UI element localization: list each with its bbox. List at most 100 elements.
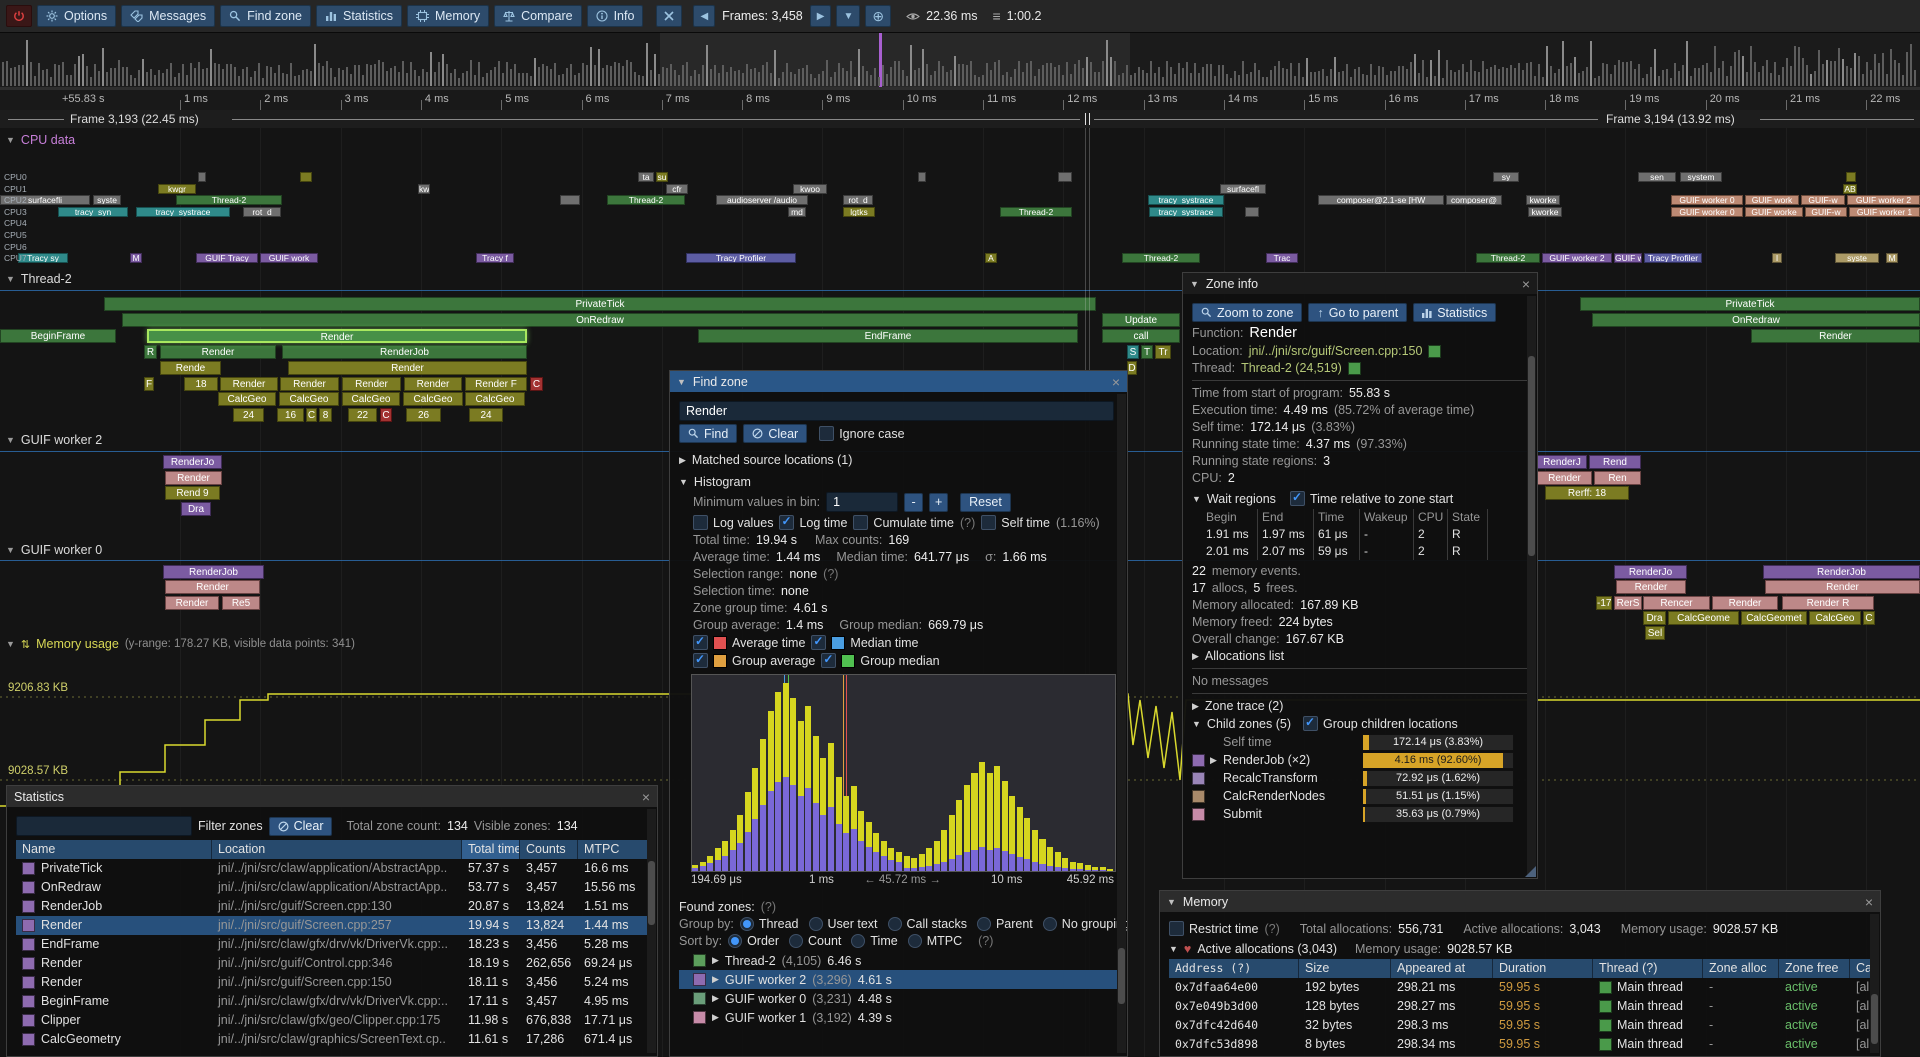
collapse-icon[interactable]: ▼ (6, 274, 15, 284)
stats-table-row[interactable]: RenderJob jni/../jni/src/guif/Screen.cpp… (16, 897, 648, 916)
timeline-zone[interactable]: GUIF work (1745, 195, 1799, 205)
timeline-zone[interactable]: 24 (233, 408, 264, 422)
column-header-mtpc[interactable]: MTPC (578, 840, 648, 859)
checkbox-box[interactable] (819, 426, 834, 441)
timeline-zone[interactable]: GUIF w (1614, 253, 1642, 263)
checkbox-box[interactable] (981, 515, 996, 530)
zone-group-row[interactable]: ▶ GUIF worker 1 (3,192) 4.39 s (679, 1008, 1118, 1027)
timeline-zone[interactable]: Render (1765, 580, 1920, 594)
timeline-zone[interactable]: RenderJ (1537, 455, 1587, 469)
timeline-zone[interactable]: Render R (1782, 596, 1874, 610)
timeline-zone[interactable]: sy (1493, 172, 1519, 182)
guif-worker2-section-header[interactable]: ▼ GUIF worker 2 (6, 433, 102, 447)
child-zone-row[interactable]: CalcRenderNodes 51.51 μs (1.15%) (1192, 788, 1528, 804)
stats-table-row[interactable]: PrivateTick jni/../jni/src/claw/applicat… (16, 859, 648, 878)
timeline-zone[interactable]: C (1863, 611, 1875, 625)
child-zone-row[interactable]: ▶ RenderJob (×2) 4.16 ms (92.60%) (1192, 752, 1528, 768)
clear-button[interactable]: Clear (743, 424, 807, 443)
zone-group-row[interactable]: ▶ GUIF worker 2 (3,296) 4.61 s (679, 970, 1118, 989)
checkbox-box[interactable] (1303, 716, 1318, 731)
timeline-zone[interactable]: RenderJob (282, 345, 527, 359)
reset-button[interactable]: Reset (960, 493, 1011, 512)
timeline-zone[interactable]: RenderJo (163, 455, 222, 469)
timeline-zone[interactable]: 24 (469, 408, 503, 422)
timeline-zone[interactable]: syste (93, 195, 121, 205)
timeline-zone[interactable] (560, 195, 580, 205)
timeline-zone[interactable]: Render (165, 596, 219, 610)
timeline-zone[interactable]: tracy_syn (58, 207, 128, 217)
group-by-option[interactable]: Call stacks (888, 917, 967, 931)
log-time-checkbox[interactable]: Log time (779, 515, 847, 530)
stats-table-row[interactable]: EndFrame jni/../jni/src/claw/gfx/drv/vk/… (16, 935, 648, 954)
column-header-duration[interactable]: Duration (1493, 959, 1593, 978)
memory-window-titlebar[interactable]: ▼ Memory × (1160, 891, 1880, 912)
legend-checkbox[interactable]: Median time (811, 635, 918, 650)
scrollbar-thumb[interactable] (1528, 356, 1535, 556)
timeline-zone[interactable]: tracy_systrace (1149, 207, 1223, 217)
timeline-zone[interactable]: 16 (277, 408, 304, 422)
timeline-zone[interactable]: C (530, 377, 543, 391)
timeline-zone[interactable]: ta (638, 172, 654, 182)
collapse-icon[interactable]: ▼ (1192, 494, 1201, 504)
legend-checkbox[interactable]: Group median (821, 653, 939, 668)
timeline-zone[interactable]: GUIF worker 2 (1847, 195, 1920, 205)
group-by-option[interactable]: Thread (740, 917, 799, 931)
checkbox-box[interactable] (811, 635, 826, 650)
timeline-zone[interactable]: kworke (1528, 207, 1562, 217)
timeline-zone[interactable]: surfacefl (1220, 184, 1266, 194)
go-to-parent-button[interactable]: ↑Go to parent (1308, 303, 1407, 322)
log-values-checkbox[interactable]: Log values (693, 515, 773, 530)
timeline-zone[interactable]: kwoo (793, 184, 827, 194)
group-children-checkbox[interactable]: Group children locations (1303, 716, 1458, 731)
collapse-icon[interactable]: ▼ (1190, 279, 1199, 289)
expand-icon[interactable]: ▶ (712, 974, 719, 985)
column-header-location[interactable]: Location (212, 840, 462, 859)
collapse-icon[interactable]: ▼ (679, 477, 688, 487)
checkbox-box[interactable] (693, 653, 708, 668)
group-by-option[interactable]: No grouping (1043, 917, 1128, 931)
timeline-zone[interactable]: C (380, 408, 392, 422)
options-button[interactable]: Options (37, 5, 116, 27)
allocation-row[interactable]: 0x7dfaa64e00 192 bytes 298.21 ms 59.95 s… (1169, 978, 1871, 997)
radio-icon[interactable] (1043, 917, 1057, 931)
stats-table-row[interactable]: BeginFrame jni/../jni/src/claw/gfx/drv/v… (16, 992, 648, 1011)
timeline-zone[interactable]: Trac (1266, 253, 1298, 263)
wait-region-row[interactable]: 2.01 ms2.07 ms59 μs-2R (1202, 543, 1528, 560)
timeline-zone[interactable]: composer@ (1446, 195, 1502, 205)
timeline-zone[interactable]: composer@2.1-se [HW (1318, 195, 1444, 205)
cumulate-help[interactable]: (?) (960, 516, 975, 530)
timeline-zone[interactable]: rot_d (243, 207, 281, 217)
timeline-zone[interactable]: Tracy f (476, 253, 514, 263)
timeline-zone[interactable]: Ren (1594, 471, 1641, 485)
timeline-zone[interactable]: Render (160, 345, 276, 359)
zone-statistics-button[interactable]: Statistics (1413, 303, 1496, 322)
checkbox-box[interactable] (853, 515, 868, 530)
timeline-zone[interactable]: 22 (348, 408, 377, 422)
child-zone-row[interactable]: RecalcTransform 72.92 μs (1.62%) (1192, 770, 1528, 786)
timeline-zone[interactable]: Rend 9 (165, 486, 220, 500)
memory-table-header[interactable]: Address (?) Size Appeared at Duration Th… (1169, 959, 1871, 978)
legend-checkbox[interactable]: Average time (693, 635, 805, 650)
timeline-zone[interactable]: GUIF-w (1805, 207, 1847, 217)
histogram-section-title[interactable]: Histogram (694, 475, 751, 489)
zone-group-row[interactable]: ▶ GUIF worker 0 (3,231) 4.48 s (679, 989, 1118, 1008)
messages-button[interactable]: Messages (121, 5, 215, 27)
timeline-zone[interactable]: M (130, 253, 142, 263)
timeline-zone[interactable]: GUIF worker 2 (1542, 253, 1612, 263)
info-button[interactable]: Info (587, 5, 644, 27)
timeline-zone[interactable]: Render (1712, 596, 1778, 610)
timeline-zone[interactable]: CalcGeo (342, 392, 400, 406)
scrollbar[interactable] (1117, 394, 1126, 1053)
thread2-section-header[interactable]: ▼ Thread-2 (6, 272, 72, 286)
sort-by-option[interactable]: Order (728, 934, 779, 948)
filter-zones-input[interactable] (16, 816, 192, 836)
timeline-zone[interactable]: 18 (184, 377, 218, 391)
sort-by-option[interactable]: Count (789, 934, 841, 948)
timeline-zone[interactable]: md (788, 207, 806, 217)
timeline-zone[interactable]: Re5 (222, 596, 260, 610)
timeline-zone[interactable]: 8 (319, 408, 332, 422)
location-value[interactable]: jni/../jni/src/guif/Screen.cpp:150 (1249, 344, 1423, 358)
radio-icon[interactable] (908, 934, 922, 948)
guif-worker0-section-header[interactable]: ▼ GUIF worker 0 (6, 543, 102, 557)
tools-button[interactable] (656, 5, 682, 27)
